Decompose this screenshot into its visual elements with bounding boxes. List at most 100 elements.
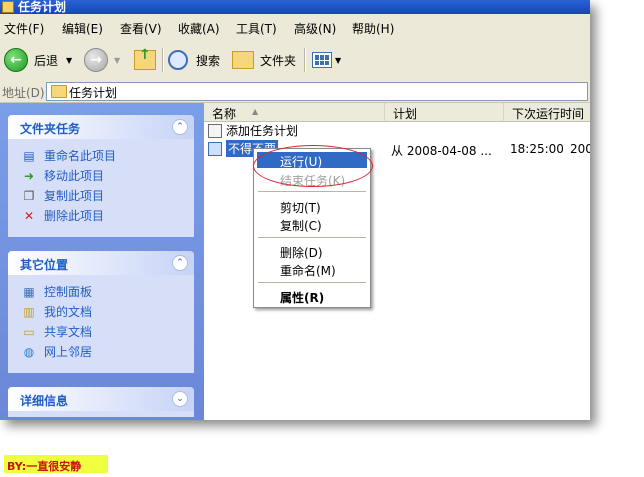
- delete-item-label: 删除此项目: [44, 209, 105, 223]
- my-documents-link[interactable]: ▥ 我的文档: [22, 303, 92, 320]
- up-folder-button[interactable]: ↑: [134, 46, 156, 74]
- collapse-chevron-icon[interactable]: ⌃: [172, 255, 188, 271]
- shared-documents-link[interactable]: ▭ 共享文档: [22, 323, 92, 340]
- task-schedule: 从 2008-04-08 ...: [391, 144, 492, 158]
- list-item[interactable]: 添加任务计划: [208, 122, 298, 139]
- menu-bar: 文件(F) 编辑(E) 查看(V) 收藏(A) 工具(T) 高级(N) 帮助(H…: [0, 14, 590, 41]
- back-arrow-icon: ←: [4, 48, 28, 72]
- my-documents-icon: ▥: [23, 304, 35, 319]
- forward-dropdown-icon[interactable]: ▼: [114, 56, 120, 65]
- author-watermark-text: BY:一直很安静: [7, 460, 82, 473]
- copy-menu-item[interactable]: 复制(C): [280, 217, 322, 234]
- folder-tasks-panel: 文件夹任务 ⌃ ▤ 重命名此项目 ➜ 移动此项目 ❐ 复制此项目 ✕ 删除此项目: [8, 115, 194, 237]
- column-name-header[interactable]: 名称 ▲: [204, 103, 385, 122]
- column-name-label: 名称: [212, 107, 237, 121]
- folder-tasks-title: 文件夹任务: [20, 122, 81, 136]
- back-button[interactable]: ← 后退 ▼: [4, 46, 72, 74]
- task-pane: 文件夹任务 ⌃ ▤ 重命名此项目 ➜ 移动此项目 ❐ 复制此项目 ✕ 删除此项目: [0, 103, 204, 420]
- delete-menu-item[interactable]: 删除(D): [280, 244, 323, 261]
- address-value: 任务计划: [69, 86, 118, 100]
- shared-documents-icon: ▭: [23, 324, 35, 339]
- move-item-link[interactable]: ➜ 移动此项目: [22, 167, 104, 184]
- other-places-title: 其它位置: [20, 258, 69, 272]
- rename-icon: ▤: [23, 148, 35, 163]
- author-watermark: BY:一直很安静: [4, 455, 108, 473]
- task-folder-icon: [2, 1, 14, 13]
- title-bar: 任务计划: [0, 0, 590, 14]
- menu-view[interactable]: 查看(V): [120, 20, 162, 37]
- sort-ascending-icon: ▲: [252, 107, 259, 116]
- folders-icon: [232, 51, 254, 69]
- views-button[interactable]: ▼: [312, 46, 341, 74]
- column-next-run-label: 下次运行时间: [512, 107, 585, 121]
- details-panel: 详细信息 ⌄: [8, 387, 194, 417]
- control-panel-icon: ▦: [23, 284, 35, 299]
- address-input[interactable]: 任务计划: [46, 82, 588, 101]
- menu-separator: [258, 237, 366, 238]
- highlight-oval: [253, 145, 373, 187]
- menu-edit[interactable]: 编辑(E): [62, 20, 103, 37]
- up-folder-icon: ↑: [134, 47, 156, 70]
- back-dropdown-icon[interactable]: ▼: [66, 56, 72, 65]
- address-label: 地址(D): [2, 86, 45, 100]
- menu-separator: [258, 191, 366, 192]
- details-title: 详细信息: [20, 394, 69, 408]
- other-places-header[interactable]: 其它位置 ⌃: [8, 251, 194, 275]
- expand-chevron-icon[interactable]: ⌄: [172, 391, 188, 407]
- task-next-run-date: 2008: [570, 142, 590, 156]
- toolbar: ← 后退 ▼ → ▼ ↑ 搜索 文件夹 ▼: [0, 40, 590, 81]
- properties-menu-item[interactable]: 属性(R): [280, 289, 324, 306]
- move-icon: ➜: [23, 168, 35, 183]
- copy-icon: ❐: [23, 188, 35, 203]
- task-name: 添加任务计划: [226, 124, 299, 138]
- folders-button[interactable]: 文件夹: [232, 46, 296, 74]
- address-bar: 地址(D) 任务计划: [0, 80, 590, 103]
- column-schedule-header[interactable]: 计划: [385, 103, 504, 122]
- control-panel-label: 控制面板: [44, 285, 93, 299]
- move-item-label: 移动此项目: [44, 169, 105, 183]
- rename-menu-item[interactable]: 重命名(M): [280, 262, 336, 279]
- my-documents-label: 我的文档: [44, 305, 93, 319]
- control-panel-link[interactable]: ▦ 控制面板: [22, 283, 92, 300]
- task-next-run: 18:25:00: [510, 142, 564, 156]
- menu-tools[interactable]: 工具(T): [236, 20, 277, 37]
- column-schedule-label: 计划: [393, 107, 418, 121]
- forward-button[interactable]: → ▼: [84, 46, 120, 74]
- delete-x-icon: ✕: [23, 208, 35, 223]
- back-label: 后退: [34, 53, 59, 68]
- scheduled-task-icon: [208, 141, 222, 156]
- menu-file[interactable]: 文件(F): [4, 20, 44, 37]
- shared-documents-label: 共享文档: [44, 325, 93, 339]
- copy-item-label: 复制此项目: [44, 189, 105, 203]
- network-places-link[interactable]: ◍ 网上邻居: [22, 343, 92, 360]
- search-label: 搜索: [196, 53, 221, 68]
- explorer-window: 任务计划 文件(F) 编辑(E) 查看(V) 收藏(A) 工具(T) 高级(N)…: [0, 0, 590, 420]
- views-icon: [312, 52, 332, 68]
- forward-arrow-icon: →: [84, 48, 108, 72]
- collapse-chevron-icon[interactable]: ⌃: [172, 119, 188, 135]
- rename-item-link[interactable]: ▤ 重命名此项目: [22, 147, 116, 164]
- network-places-icon: ◍: [23, 344, 35, 359]
- folders-label: 文件夹: [260, 53, 297, 68]
- menu-separator: [258, 282, 366, 283]
- column-next-run-header[interactable]: 下次运行时间: [504, 103, 590, 122]
- toolbar-separator: [162, 48, 164, 72]
- toolbar-separator: [304, 48, 306, 72]
- details-header[interactable]: 详细信息 ⌄: [8, 387, 194, 411]
- search-icon: [168, 50, 188, 70]
- other-places-panel: 其它位置 ⌃ ▦ 控制面板 ▥ 我的文档 ▭ 共享文档 ◍ 网上邻居: [8, 251, 194, 373]
- task-folder-icon: [51, 85, 67, 98]
- window-title: 任务计划: [18, 0, 67, 14]
- search-button[interactable]: 搜索: [168, 46, 220, 74]
- cut-menu-item[interactable]: 剪切(T): [280, 199, 321, 216]
- menu-favorites[interactable]: 收藏(A): [178, 20, 220, 37]
- delete-item-link[interactable]: ✕ 删除此项目: [22, 207, 104, 224]
- menu-advanced[interactable]: 高级(N): [294, 20, 336, 37]
- menu-help[interactable]: 帮助(H): [352, 20, 394, 37]
- network-places-label: 网上邻居: [44, 345, 93, 359]
- folder-tasks-header[interactable]: 文件夹任务 ⌃: [8, 115, 194, 139]
- copy-item-link[interactable]: ❐ 复制此项目: [22, 187, 104, 204]
- rename-item-label: 重命名此项目: [44, 149, 117, 163]
- views-dropdown-icon[interactable]: ▼: [335, 56, 341, 65]
- add-task-icon: [208, 123, 222, 138]
